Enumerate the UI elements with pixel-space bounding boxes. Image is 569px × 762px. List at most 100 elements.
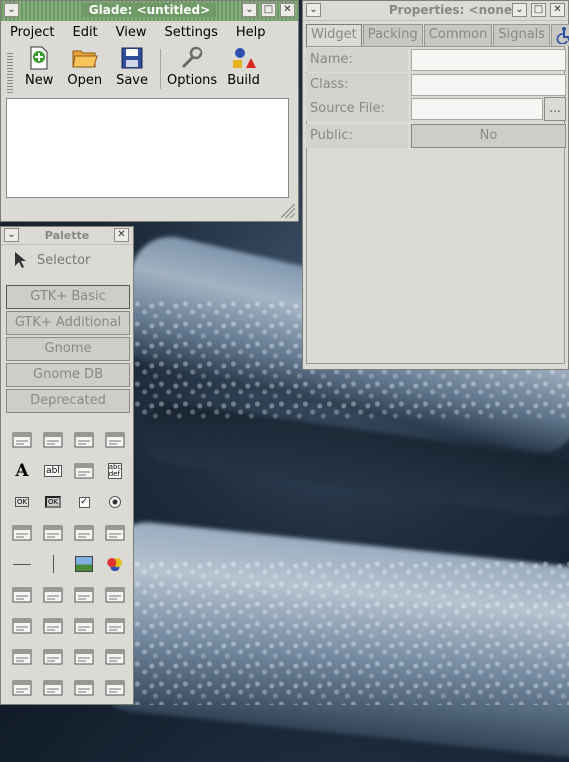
build-icon: [230, 45, 258, 71]
save-label: Save: [116, 73, 149, 88]
tab-packing[interactable]: Packing: [362, 24, 423, 46]
properties-titlebar[interactable]: ⌄ Properties: <none> ⌄ □ ✕: [303, 1, 568, 21]
palette-titlebar[interactable]: ⌄ Palette ✕: [1, 227, 133, 245]
tab-signals[interactable]: Signals: [493, 24, 551, 46]
window-menu-icon[interactable]: ⌄: [4, 3, 19, 17]
prop-row-class: Class:: [306, 73, 566, 97]
menu-help[interactable]: Help: [227, 25, 275, 40]
vruler-icon[interactable]: [42, 646, 64, 668]
maximize-button[interactable]: □: [261, 3, 276, 17]
source-file-label: Source File:: [306, 97, 408, 121]
properties-window-menu-icon[interactable]: ⌄: [306, 3, 321, 17]
hseparator-icon[interactable]: [11, 553, 33, 575]
save-button[interactable]: Save: [116, 45, 148, 88]
minimize-button[interactable]: ⌄: [242, 3, 257, 17]
class-field[interactable]: [411, 74, 566, 96]
text-icon[interactable]: abc def: [104, 460, 126, 482]
vbox-icon[interactable]: [42, 615, 64, 637]
window-icon[interactable]: [11, 429, 33, 451]
palette-close-button[interactable]: ✕: [114, 228, 129, 242]
glade-window-title: Glade: <untitled>: [82, 3, 217, 17]
font-icon[interactable]: [73, 584, 95, 606]
label-icon[interactable]: A: [11, 460, 33, 482]
open-button[interactable]: Open: [67, 45, 102, 88]
group-gtk-additional[interactable]: GTK+ Additional: [6, 311, 130, 335]
vseparator-icon[interactable]: [42, 553, 64, 575]
group-deprecated[interactable]: Deprecated: [6, 389, 130, 413]
color-selection-icon[interactable]: [104, 584, 126, 606]
spin-button-icon[interactable]: [73, 522, 95, 544]
palette-window: ⌄ Palette ✕ Selector GTK+ Basic GTK+ Add…: [0, 226, 134, 705]
tab-common[interactable]: Common: [423, 24, 493, 46]
properties-maximize-button[interactable]: □: [531, 3, 546, 17]
scrolled-icon[interactable]: [73, 677, 95, 699]
class-label: Class:: [306, 73, 408, 97]
color-icon[interactable]: [104, 553, 126, 575]
glade-main-window: ⌄ Glade: <untitled> ⌄ □ ✕ Project Edit V…: [0, 0, 299, 222]
prop-row-source-file: Source File: ...: [306, 97, 566, 121]
group-gnome[interactable]: Gnome: [6, 337, 130, 361]
handlebox-icon[interactable]: [104, 429, 126, 451]
menu-view[interactable]: View: [107, 25, 156, 40]
toolbar-separator: [160, 49, 162, 89]
group-gnome-db[interactable]: Gnome DB: [6, 363, 130, 387]
toggle-button-icon[interactable]: OK: [42, 491, 64, 513]
image-icon[interactable]: [73, 553, 95, 575]
property-tabs: Widget Packing Common Signals: [306, 24, 569, 46]
options-label: Options: [167, 73, 218, 88]
prop-row-public: Public: No: [306, 124, 566, 148]
group-gtk-basic[interactable]: GTK+ Basic: [6, 285, 130, 309]
viewport-icon[interactable]: [104, 677, 126, 699]
build-button[interactable]: Build: [227, 45, 260, 88]
entry-icon[interactable]: abl: [42, 460, 64, 482]
options-button[interactable]: Options: [167, 45, 217, 88]
frost-texture-lower: [135, 560, 569, 705]
selector-tool[interactable]: Selector: [1, 245, 133, 275]
properties-window: ⌄ Properties: <none> ⌄ □ ✕ Widget Packin…: [302, 0, 569, 370]
browse-source-file-button[interactable]: ...: [544, 97, 566, 121]
open-label: Open: [67, 73, 103, 88]
text-view-icon[interactable]: [73, 460, 95, 482]
public-toggle-button[interactable]: No: [411, 124, 566, 148]
check-button-icon[interactable]: ✓: [73, 491, 95, 513]
toolbar-icon[interactable]: [73, 429, 95, 451]
selector-label: Selector: [37, 252, 91, 268]
menubar-icon[interactable]: [42, 429, 64, 451]
dialog-icon[interactable]: [11, 584, 33, 606]
notebook-icon[interactable]: [42, 677, 64, 699]
table-icon[interactable]: [73, 615, 95, 637]
hscale-icon[interactable]: [73, 646, 95, 668]
glade-titlebar[interactable]: ⌄ Glade: <untitled> ⌄ □ ✕: [1, 1, 298, 21]
close-button[interactable]: ✕: [280, 3, 295, 17]
menu-settings[interactable]: Settings: [156, 25, 227, 40]
project-widget-list[interactable]: [6, 98, 289, 198]
combo-icon[interactable]: [42, 522, 64, 544]
tab-widget[interactable]: Widget: [306, 24, 362, 46]
toolbar-grip[interactable]: [7, 53, 13, 93]
button-icon[interactable]: OK: [11, 491, 33, 513]
vscale-icon[interactable]: [104, 646, 126, 668]
menubar: Project Edit View Settings Help: [1, 21, 298, 43]
list-icon[interactable]: [104, 522, 126, 544]
properties-minimize-button[interactable]: ⌄: [512, 3, 527, 17]
prop-row-name: Name:: [306, 48, 566, 72]
new-icon: [25, 45, 53, 71]
accessibility-icon: [556, 27, 569, 45]
hruler-icon[interactable]: [11, 646, 33, 668]
option-menu-icon[interactable]: [11, 522, 33, 544]
source-file-field[interactable]: [411, 98, 543, 120]
new-button[interactable]: New: [25, 45, 53, 88]
open-folder-icon: [71, 45, 99, 71]
properties-close-button[interactable]: ✕: [550, 3, 565, 17]
menu-edit[interactable]: Edit: [63, 25, 106, 40]
file-selection-icon[interactable]: [42, 584, 64, 606]
tab-accessibility[interactable]: [551, 24, 569, 46]
hbox-icon[interactable]: [11, 615, 33, 637]
menu-project[interactable]: Project: [1, 25, 63, 40]
fixed-icon[interactable]: [104, 615, 126, 637]
frame-icon[interactable]: [11, 677, 33, 699]
radio-button-icon[interactable]: [104, 491, 126, 513]
build-label: Build: [227, 73, 260, 88]
resize-grip[interactable]: [281, 204, 295, 218]
name-field[interactable]: [411, 49, 566, 71]
